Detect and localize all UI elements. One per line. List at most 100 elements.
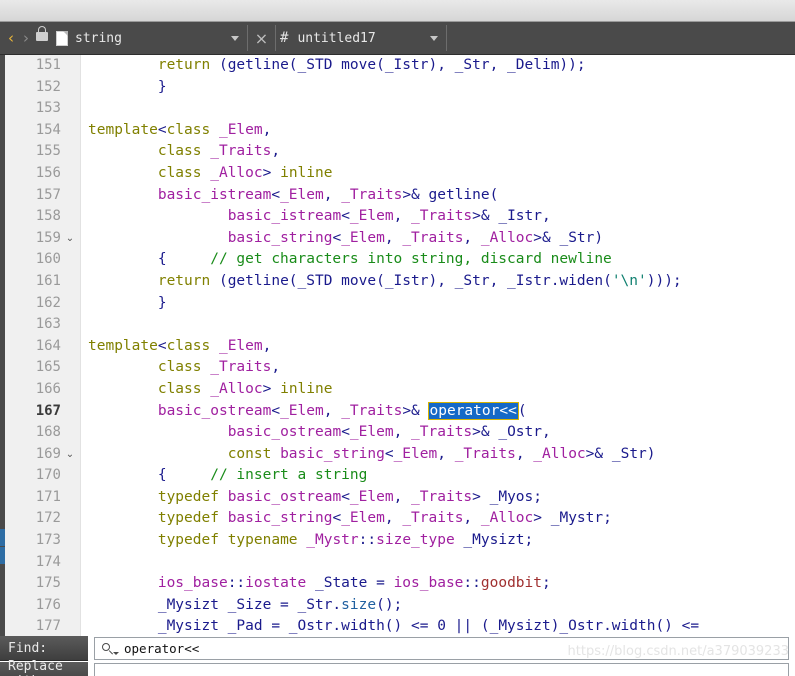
code-line[interactable]: 154 template<class _Elem, — [0, 120, 795, 142]
fold-chevron-icon[interactable]: ⌄ — [64, 444, 76, 466]
code-line[interactable]: 174 — [0, 552, 795, 574]
code-line[interactable]: 168 basic_ostream<_Elem, _Traits>& _Ostr… — [0, 422, 795, 444]
tab-string[interactable]: string — [54, 22, 247, 54]
code-line[interactable]: 160 { // get characters into string, dis… — [0, 249, 795, 271]
replace-input[interactable] — [94, 663, 789, 676]
editor-area[interactable]: 151 return (getline(_STD move(_Istr), _S… — [0, 55, 795, 636]
find-input[interactable]: operator<< — [94, 637, 789, 660]
code-token: < — [157, 121, 167, 138]
code-token: _Traits — [402, 510, 464, 527]
code-line[interactable]: 167 basic_ostream<_Elem, _Traits>& opera… — [0, 401, 795, 423]
find-replace-bar[interactable]: Find: operator<< Replace with: — [0, 636, 795, 676]
code-line[interactable]: 176 _Mysizt _Size = _Str.size(); — [0, 595, 795, 617]
code-token: , — [384, 229, 403, 246]
search-icon[interactable] — [101, 641, 119, 657]
back-arrow-icon[interactable]: ‹ — [8, 30, 14, 46]
code-token: :: — [358, 532, 377, 549]
code-token: return — [157, 272, 211, 289]
code-token: typename — [227, 532, 298, 549]
code-token: } — [88, 294, 167, 311]
code-token: inline — [280, 164, 333, 181]
code-text: class _Alloc> inline — [88, 379, 333, 401]
code-line[interactable]: 161 return (getline(_STD move(_Istr), _S… — [0, 271, 795, 293]
code-token: _Traits — [210, 143, 272, 160]
code-line[interactable]: 166 class _Alloc> inline — [0, 379, 795, 401]
code-text: return (getline(_STD move(_Istr), _Str, … — [88, 271, 682, 293]
code-line[interactable]: 171 typedef basic_ostream<_Elem, _Traits… — [0, 487, 795, 509]
code-token: >& _Str) — [585, 445, 656, 462]
code-text: } — [88, 77, 167, 99]
chevron-down-icon[interactable] — [430, 35, 438, 41]
code-line[interactable]: 151 return (getline(_STD move(_Istr), _S… — [0, 55, 795, 77]
tab-untitled17[interactable]: # untitled17 — [276, 22, 446, 54]
code-token: ( — [517, 402, 527, 419]
code-token: < — [341, 424, 350, 441]
code-token: basic_string — [280, 445, 385, 462]
code-token: _Mysizt; — [454, 532, 534, 549]
selected-token[interactable]: operator<< — [427, 401, 519, 420]
code-line[interactable]: 159 ⌄ basic_string<_Elem, _Traits, _Alloc… — [0, 228, 795, 250]
code-token: } — [88, 78, 167, 95]
chevron-down-icon[interactable] — [113, 651, 119, 655]
code-line[interactable]: 163 — [0, 314, 795, 336]
fold-chevron-icon[interactable]: ⌄ — [64, 228, 76, 250]
code-token: size — [341, 596, 377, 613]
code-token: return — [157, 57, 211, 73]
code-line[interactable]: 155 class _Traits, — [0, 141, 795, 163]
code-text: ios_base::iostate _State = ios_base::goo… — [88, 573, 551, 595]
code-line[interactable]: 169 ⌄ const basic_string<_Elem, _Traits, … — [0, 444, 795, 466]
code-token: _Elem — [218, 121, 263, 138]
code-text: class _Traits, — [88, 357, 280, 379]
code-line[interactable]: 164 template<class _Elem, — [0, 336, 795, 358]
code-token: _Traits — [411, 208, 473, 225]
code-line[interactable]: 172 typedef basic_string<_Elem, _Traits,… — [0, 508, 795, 530]
lock-icon[interactable] — [35, 22, 49, 44]
code-token: // insert a string — [210, 467, 368, 484]
code-line[interactable]: 162 } — [0, 293, 795, 315]
code-token: < — [384, 445, 394, 462]
code-line[interactable]: 158 basic_istream<_Elem, _Traits>& _Istr… — [0, 206, 795, 228]
forward-arrow-icon[interactable]: › — [23, 30, 29, 46]
code-line[interactable]: 165 class _Traits, — [0, 357, 795, 379]
chevron-down-icon[interactable] — [231, 35, 239, 41]
code-token: _Mysizt _Pad = _Ostr.width() <= — [88, 618, 438, 635]
code-line[interactable]: 175 ios_base::iostate _State = ios_base:… — [0, 573, 795, 595]
line-number: 151 — [35, 57, 61, 73]
code-token: class — [166, 337, 211, 354]
code-token: goodbit — [480, 575, 542, 592]
code-token: basic_string — [227, 510, 333, 527]
code-token: { — [88, 251, 211, 268]
code-line[interactable]: 157 basic_istream<_Elem, _Traits>& getli… — [0, 185, 795, 207]
code-token: _Traits — [454, 445, 516, 462]
code-token: , — [463, 510, 481, 527]
close-icon[interactable]: × — [248, 22, 275, 54]
code-line[interactable]: 173 typedef typename _Mystr::size_type _… — [0, 530, 795, 552]
code-token: < — [157, 337, 167, 354]
code-lines[interactable]: 151 return (getline(_STD move(_Istr), _S… — [0, 55, 795, 636]
code-line[interactable]: 153 — [0, 98, 795, 120]
code-token: basic_ostream — [157, 402, 272, 419]
code-token: 0 — [437, 618, 446, 635]
code-line[interactable]: 170 { // insert a string — [0, 465, 795, 487]
code-token: , — [437, 445, 455, 462]
code-line[interactable]: 152 } — [0, 77, 795, 99]
code-token: _Alloc — [480, 510, 534, 527]
line-number: 162 — [35, 294, 61, 311]
code-token: , — [384, 510, 403, 527]
code-token: >& _Ostr, — [472, 424, 551, 441]
code-token: _Elem — [349, 488, 394, 505]
code-line[interactable]: 156 class _Alloc> inline — [0, 163, 795, 185]
code-token: < — [332, 229, 342, 246]
code-text: class _Traits, — [88, 141, 280, 163]
code-text: template<class _Elem, — [88, 120, 271, 142]
document-icon — [56, 30, 68, 46]
code-text: basic_istream<_Elem, _Traits>& getline( — [88, 185, 499, 207]
code-line[interactable]: 177 _Mysizt _Pad = _Ostr.width() <= 0 ||… — [0, 616, 795, 636]
